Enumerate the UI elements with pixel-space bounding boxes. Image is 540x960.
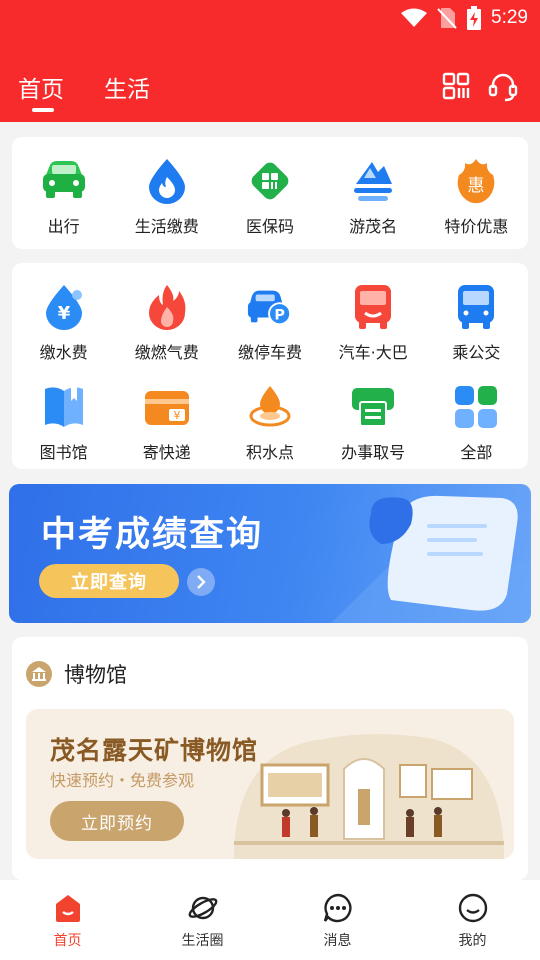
wifi-icon — [401, 8, 428, 27]
tab-home[interactable]: 首页 — [18, 70, 64, 112]
service-label: 寄快递 — [142, 443, 191, 462]
service-tour[interactable]: 游茂名 — [322, 157, 425, 237]
service-label: 办事取号 — [341, 443, 406, 462]
queue-ticket-icon — [349, 383, 397, 431]
service-label: 特价优惠 — [444, 217, 509, 236]
nav-life-circle[interactable]: 生活圈 — [135, 880, 270, 960]
service-label: 图书馆 — [39, 443, 88, 462]
water-fee-icon: ¥ — [40, 283, 88, 331]
service-label: 汽车·大巴 — [338, 343, 408, 362]
profile-icon — [458, 893, 487, 923]
service-city-bus[interactable]: 乘公交 — [425, 283, 528, 363]
svg-text:P: P — [274, 307, 285, 323]
museum-promo[interactable]: 茂名露天矿博物馆 快速预约・免费参观 立即预约 — [26, 709, 514, 859]
service-parking-fee[interactable]: P 缴停车费 — [218, 283, 321, 363]
nav-home[interactable]: 首页 — [0, 880, 135, 960]
discount-icon: 惠 — [452, 157, 500, 205]
car-icon — [40, 157, 88, 205]
water-drop-flame-icon — [143, 157, 191, 205]
tab-life[interactable]: 生活 — [104, 70, 150, 104]
planet-icon — [188, 896, 217, 920]
status-time: 5:29 — [491, 7, 528, 28]
service-travel[interactable]: 出行 — [12, 157, 115, 237]
service-bill-payment[interactable]: 生活缴费 — [115, 157, 218, 237]
service-label: 全部 — [460, 443, 493, 462]
gas-fee-icon — [143, 283, 191, 331]
nav-label: 生活圈 — [181, 933, 224, 949]
service-label: 生活缴费 — [134, 217, 199, 236]
service-medical-code[interactable]: 医保码 — [218, 157, 321, 237]
nav-label: 消息 — [323, 933, 352, 949]
parking-fee-icon: P — [246, 283, 294, 331]
bottom-nav: 首页 生活圈 消息 我的 — [0, 880, 540, 960]
coach-bus-icon — [349, 283, 397, 331]
museum-card: 博物馆 茂名露天矿博物馆 快速预约・免费参观 立即预约 — [12, 637, 528, 880]
top-services-card: 出行 生活缴费 医保码 游茂名 惠 特价优惠 — [12, 137, 528, 249]
museum-illustration-icon — [234, 734, 504, 859]
express-delivery-icon: ¥ — [143, 383, 191, 431]
svg-text:¥: ¥ — [57, 303, 70, 324]
museum-subtitle: 快速预约・免费参观 — [50, 771, 195, 790]
nav-label: 我的 — [458, 933, 487, 949]
all-apps-icon — [452, 383, 500, 431]
svg-text:¥: ¥ — [173, 409, 180, 422]
nav-messages[interactable]: 消息 — [270, 880, 405, 960]
nav-label: 首页 — [53, 933, 82, 949]
library-icon — [40, 383, 88, 431]
service-queue-ticket[interactable]: 办事取号 — [322, 383, 425, 463]
service-water-fee[interactable]: ¥ 缴水费 — [12, 283, 115, 363]
services-card: ¥ 缴水费 缴燃气费 P 缴停车费 汽车·大巴 乘公交 图书馆 ¥ 寄快递 积水… — [12, 263, 528, 469]
service-label: 缴燃气费 — [134, 343, 199, 362]
waterlogging-icon — [246, 383, 294, 431]
service-gas-fee[interactable]: 缴燃气费 — [115, 283, 218, 363]
service-label: 出行 — [47, 217, 80, 236]
service-label: 缴停车费 — [237, 343, 302, 362]
reserve-now-button[interactable]: 立即预约 — [50, 801, 184, 841]
home-icon — [55, 895, 80, 922]
query-now-button[interactable]: 立即查询 — [39, 564, 179, 598]
service-label: 缴水费 — [39, 343, 88, 362]
nav-profile[interactable]: 我的 — [405, 880, 540, 960]
service-all[interactable]: 全部 — [425, 383, 528, 463]
status-bar: 5:29 — [401, 6, 528, 30]
service-waterlogging[interactable]: 积水点 — [218, 383, 321, 463]
chevron-right-icon[interactable] — [187, 568, 215, 596]
service-label: 积水点 — [245, 443, 294, 462]
service-coach-bus[interactable]: 汽车·大巴 — [322, 283, 425, 363]
scroll-document-icon — [331, 495, 531, 623]
city-bus-icon — [452, 283, 500, 331]
service-library[interactable]: 图书馆 — [12, 383, 115, 463]
medical-code-icon — [246, 157, 294, 205]
battery-charging-icon — [467, 6, 482, 30]
scan-grid-icon[interactable] — [442, 72, 470, 100]
svg-text:惠: 惠 — [468, 176, 485, 196]
service-express-delivery[interactable]: ¥ 寄快递 — [115, 383, 218, 463]
museum-name: 茂名露天矿博物馆 — [50, 736, 259, 765]
exam-results-banner[interactable]: 中考成绩查询 立即查询 — [9, 484, 531, 623]
app-header: 5:29 首页 生活 — [0, 0, 540, 122]
service-discount[interactable]: 惠 特价优惠 — [425, 157, 528, 237]
message-icon — [323, 893, 352, 923]
service-label: 医保码 — [245, 217, 294, 236]
mountain-icon — [349, 157, 397, 205]
museum-icon — [26, 661, 52, 687]
service-label: 游茂名 — [349, 217, 398, 236]
section-title: 博物馆 — [64, 663, 127, 687]
service-label: 乘公交 — [452, 343, 501, 362]
customer-service-icon[interactable] — [488, 72, 518, 102]
no-sim-icon — [437, 8, 457, 29]
banner-title: 中考成绩查询 — [41, 515, 264, 555]
